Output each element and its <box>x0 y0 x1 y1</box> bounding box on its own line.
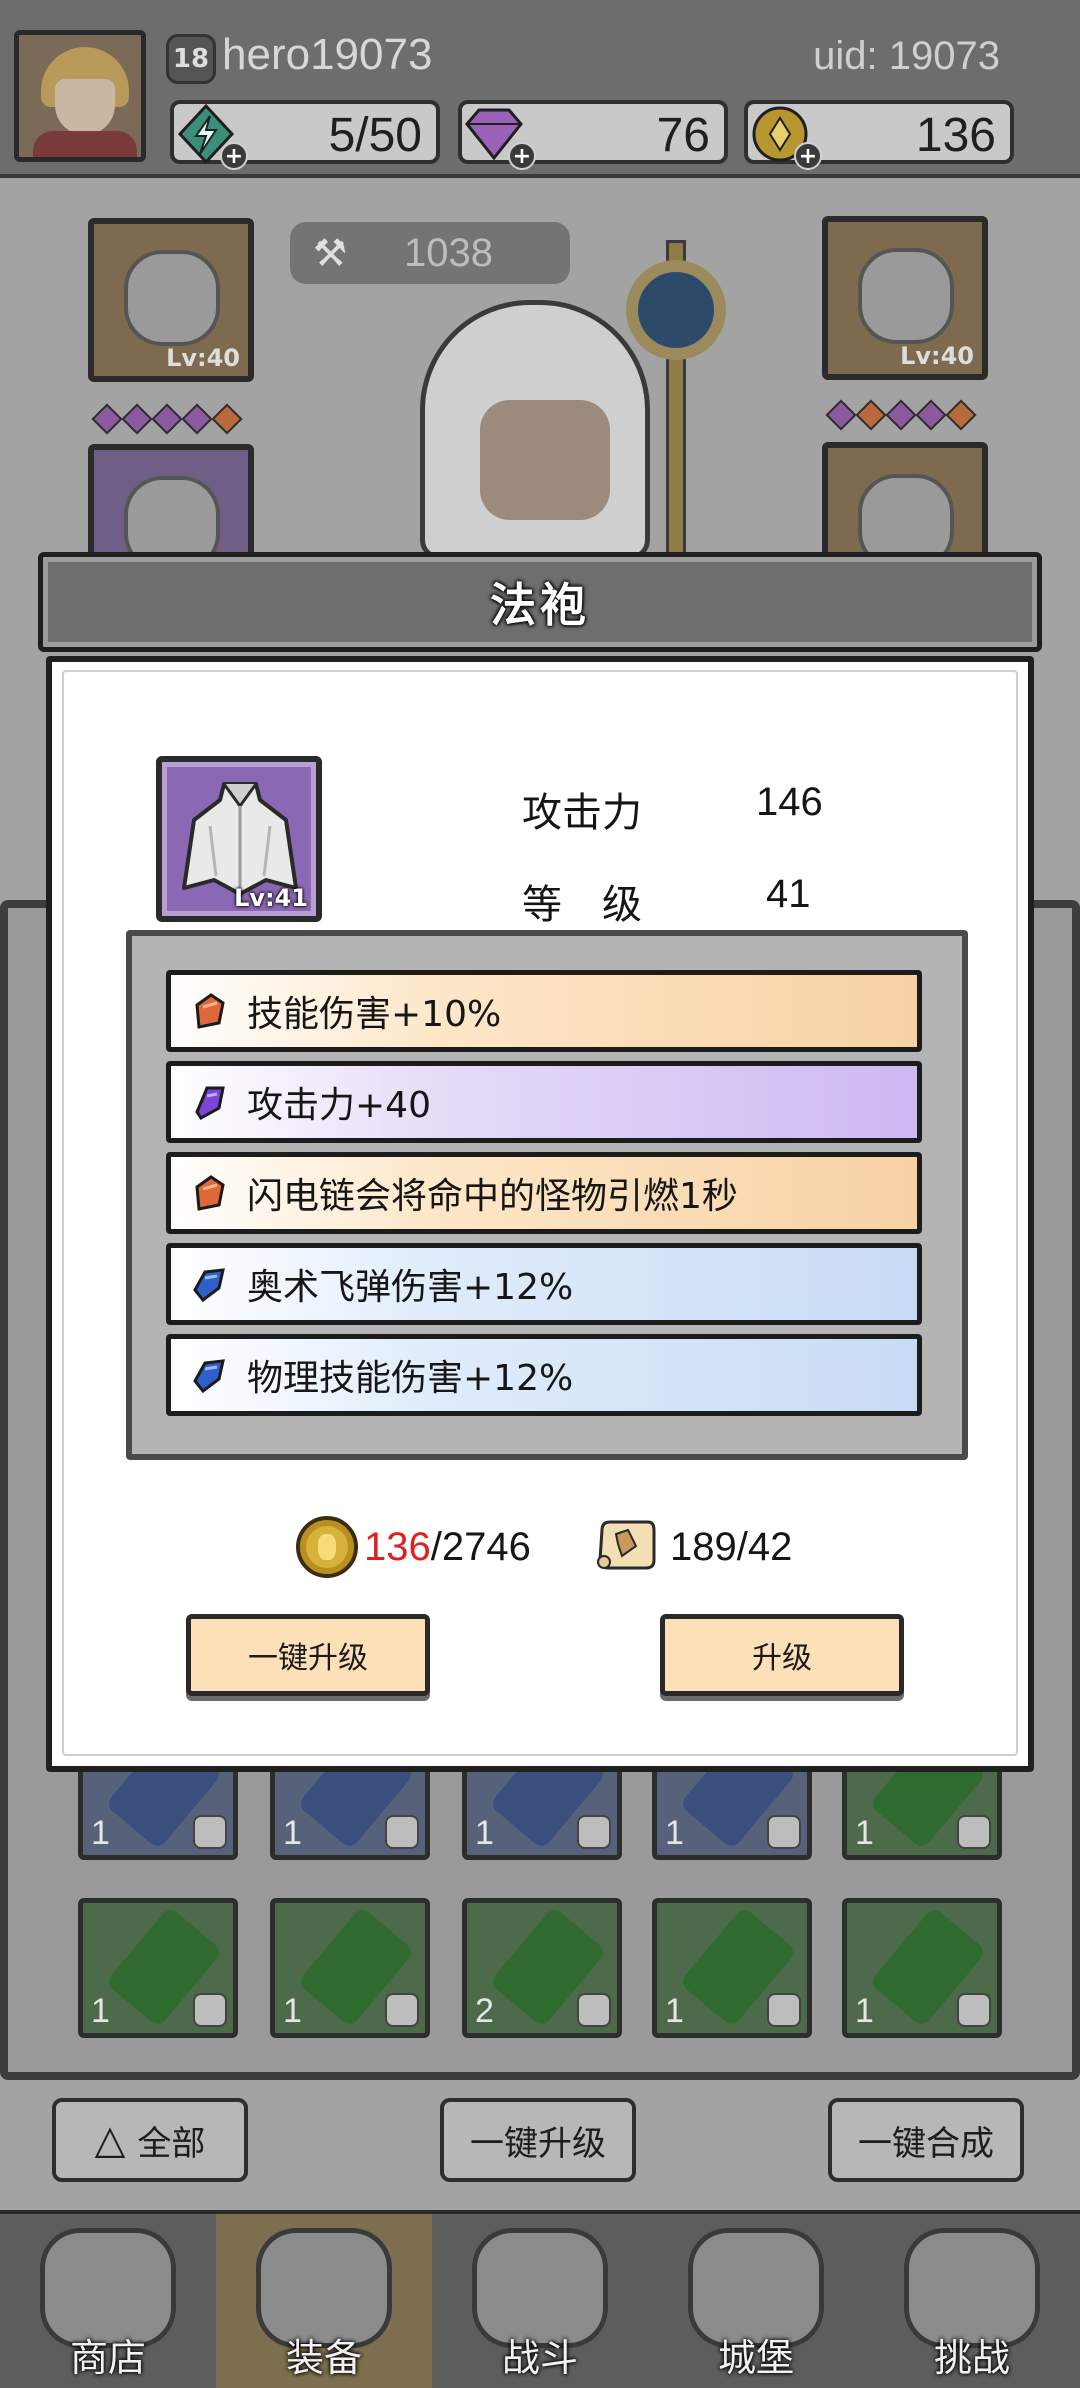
nav-equipment[interactable]: 装备 <box>216 2214 432 2388</box>
coin-required: /2746 <box>430 1524 531 1569</box>
scroll-icon <box>597 1520 656 1570</box>
dialog-title: 法袍 <box>490 578 590 632</box>
affix-row: 技能伤害+10% <box>166 970 922 1052</box>
coin-value: 136 <box>915 109 996 162</box>
inventory-item[interactable]: 1 <box>842 1898 1002 2038</box>
level-value: 41 <box>766 872 811 916</box>
add-energy-button[interactable]: + <box>220 142 248 170</box>
item-level-label: Lv:41 <box>234 884 308 912</box>
player-uid: uid: 19073 <box>813 34 1000 78</box>
orange-gem-icon <box>195 993 225 1029</box>
orange-gem-icon <box>195 1175 225 1211</box>
one-click-upgrade-button[interactable]: 一键升级 <box>186 1614 430 1696</box>
nav-castle[interactable]: 城堡 <box>648 2214 864 2388</box>
player-level-badge: 18 <box>166 34 216 84</box>
scroll-count: 189/42 <box>670 1524 793 1569</box>
bulk-merge-button[interactable]: 一键合成 <box>828 2098 1024 2182</box>
affix-panel: 技能伤害+10% 攻击力+40 闪电链会将命中的怪物引燃1秒 奥术飞弹伤害+12… <box>126 930 968 1460</box>
purple-gem-icon <box>195 1086 225 1120</box>
add-coins-button[interactable]: + <box>794 142 822 170</box>
affix-row: 攻击力+40 <box>166 1061 922 1143</box>
affix-row: 物理技能伤害+12% <box>166 1334 922 1416</box>
top-bar: 18 hero19073 uid: 19073 + 5/50 + 76 + 13… <box>0 0 1080 178</box>
coin-resource: + 136 <box>744 100 1014 170</box>
inventory-item[interactable]: 1 <box>270 1898 430 2038</box>
attack-value: 146 <box>756 780 823 824</box>
energy-resource: + 5/50 <box>170 100 440 170</box>
inventory-item[interactable]: 1 <box>78 1898 238 2038</box>
gold-coin-icon <box>296 1516 358 1578</box>
affix-row: 奥术飞弹伤害+12% <box>166 1243 922 1325</box>
hammer-icon: ⚒ <box>312 231 348 275</box>
nav-challenge[interactable]: 挑战 <box>864 2214 1080 2388</box>
blue-gem-icon <box>193 1268 225 1303</box>
robe-item-icon: Lv:41 <box>156 756 322 922</box>
player-name: hero19073 <box>222 30 433 79</box>
gem-resource: + 76 <box>458 100 728 170</box>
add-gems-button[interactable]: + <box>508 142 536 170</box>
dialog-header: 法袍 <box>38 552 1042 652</box>
item-detail-dialog: 法袍 Lv:41 攻击力 146 等 级 41 技能伤害+10% 攻击力+40 <box>38 552 1042 1772</box>
blue-gem-icon <box>193 1359 225 1394</box>
helmet-gems <box>91 403 243 435</box>
energy-value: 5/50 <box>328 109 422 162</box>
inventory-item[interactable]: 1 <box>652 1898 812 2038</box>
bracer-gems <box>825 399 977 431</box>
affix-row: 闪电链会将命中的怪物引燃1秒 <box>166 1152 922 1234</box>
triangle-filter-icon: △ <box>94 2117 126 2163</box>
coin-owned: 136 <box>364 1524 431 1569</box>
filter-all-button[interactable]: △ 全部 <box>52 2098 248 2182</box>
scroll-cost: 189/42 <box>592 1512 792 1582</box>
nav-battle[interactable]: 战斗 <box>432 2214 648 2388</box>
dialog-body: Lv:41 攻击力 146 等 级 41 技能伤害+10% 攻击力+40 闪电链… <box>46 656 1034 1772</box>
nav-shop[interactable]: 商店 <box>0 2214 216 2388</box>
bracer-slot[interactable]: Lv:40 <box>822 216 988 380</box>
inventory-item[interactable]: 2 <box>462 1898 622 2038</box>
attack-label: 攻击力 <box>522 790 642 836</box>
helmet-slot[interactable]: Lv:40 <box>88 218 254 382</box>
gem-value: 76 <box>656 109 710 162</box>
upgrade-button[interactable]: 升级 <box>660 1614 904 1696</box>
combat-power-value: 1038 <box>404 230 493 275</box>
player-avatar[interactable] <box>14 30 146 162</box>
combat-power: ⚒ 1038 <box>290 222 570 284</box>
level-label: 等 级 <box>522 882 642 928</box>
bottom-navigation: 商店 装备 战斗 城堡 挑战 <box>0 2210 1080 2388</box>
bulk-upgrade-button[interactable]: 一键升级 <box>440 2098 636 2182</box>
coin-cost: 136 /2746 <box>296 1512 531 1582</box>
